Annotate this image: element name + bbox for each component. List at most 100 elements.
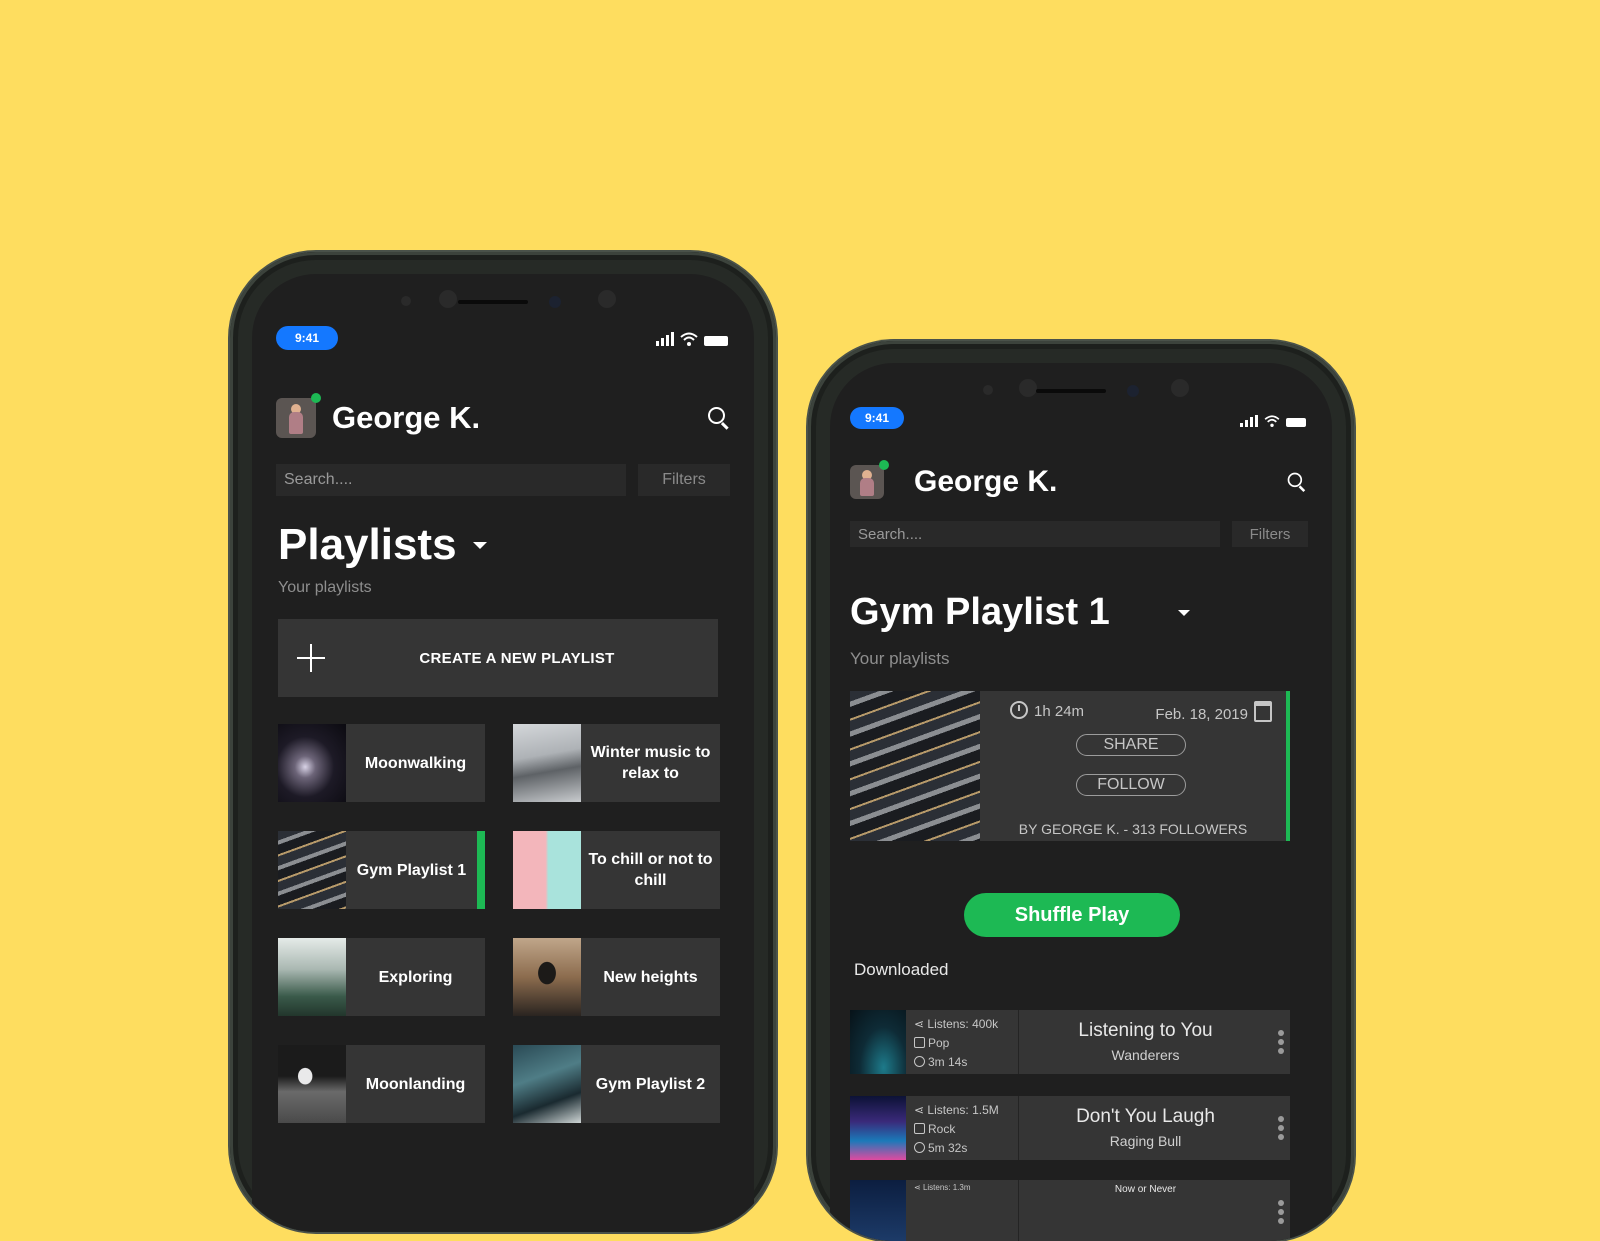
track-listens: Listens: 400k: [927, 1017, 999, 1031]
track-meta: ⋖ Listens: 1.3m: [906, 1180, 1019, 1241]
sensor-dot: [439, 290, 457, 308]
playlist-thumbnail: [278, 831, 346, 909]
follow-button[interactable]: FOLLOW: [1076, 774, 1186, 796]
track-genre-line: Rock: [914, 1120, 1018, 1139]
avatar-body: [289, 412, 303, 434]
playlist-tile[interactable]: Exploring: [278, 938, 485, 1016]
playlist-thumbnail: [513, 1045, 581, 1123]
playlist-tile-active[interactable]: Gym Playlist 1: [278, 831, 485, 909]
filters-button[interactable]: Filters: [1232, 521, 1308, 547]
playlist-label: Winter music to relax to: [590, 744, 711, 782]
caret-down-icon[interactable]: [1178, 609, 1190, 616]
avatar-body: [860, 478, 874, 496]
track-main: Listening to You Wanderers: [1019, 1010, 1272, 1074]
playlist-tile[interactable]: Gym Playlist 2: [513, 1045, 720, 1123]
track-thumbnail: [850, 1010, 906, 1074]
calendar-icon: [1254, 701, 1272, 722]
playlist-thumbnail: [513, 724, 581, 802]
clock-icon: [1010, 701, 1028, 719]
sensor-dot: [1171, 379, 1189, 397]
notch: [373, 286, 633, 316]
track-thumbnail: [850, 1096, 906, 1160]
playlist-date-group: Feb. 18, 2019: [1155, 701, 1272, 723]
username: George K.: [332, 400, 481, 435]
page-subtitle: Your playlists: [278, 579, 372, 596]
page-title: Gym Playlist 1: [850, 591, 1110, 633]
search-input[interactable]: [850, 521, 1220, 547]
track-row[interactable]: ⋖ Listens: 1.3m Now or Never: [850, 1180, 1290, 1241]
track-genre-line: Pop: [914, 1034, 1018, 1053]
front-camera: [549, 296, 561, 308]
playlist-label: Exploring: [378, 968, 453, 986]
playlist-meta-row: 1h 24m Feb. 18, 2019: [1010, 701, 1272, 723]
track-row[interactable]: ⋖ Listens: 400k Pop 3m 14s Listening to …: [850, 1010, 1290, 1074]
sensor-dot: [1019, 379, 1037, 397]
playlist-label: To chill or not to chill: [588, 851, 713, 889]
share-icon: ⋖: [914, 1183, 921, 1192]
playlist-grid: Moonwalking Winter music to relax to Gym…: [278, 724, 720, 1123]
phone-playlists: 9:41 George K. Filters Playlists Your pl…: [230, 252, 776, 1232]
track-listens-line: ⋖ Listens: 1.3m: [914, 1182, 1018, 1194]
track-duration: 5m 32s: [928, 1141, 968, 1155]
sensor-dot: [598, 290, 616, 308]
page-title: Playlists: [278, 520, 457, 569]
status-time: 9:41: [276, 326, 338, 350]
phone-playlist-detail: 9:41 George K. Filters Gym Playlist 1 Yo…: [808, 341, 1354, 1241]
shuffle-play-button[interactable]: Shuffle Play: [964, 893, 1180, 937]
wifi-icon: [1264, 415, 1280, 427]
playlist-hero-card: 1h 24m Feb. 18, 2019 SHARE FOLLOW BY GEO…: [850, 691, 1290, 841]
status-icons: [656, 330, 728, 346]
notch: [951, 375, 1211, 405]
playlist-label: New heights: [603, 968, 698, 986]
share-button[interactable]: SHARE: [1076, 734, 1186, 756]
battery-icon: [1286, 418, 1306, 427]
playlist-tile[interactable]: Moonwalking: [278, 724, 485, 802]
playlist-thumbnail: [278, 724, 346, 802]
create-playlist-button[interactable]: CREATE A NEW PLAYLIST: [278, 619, 718, 697]
track-main: Now or Never: [1019, 1180, 1272, 1241]
screen-playlist-detail: 9:41 George K. Filters Gym Playlist 1 Yo…: [830, 363, 1332, 1241]
avatar[interactable]: [276, 393, 321, 438]
track-duration: 3m 14s: [928, 1055, 968, 1069]
track-meta: ⋖ Listens: 1.5M Rock 5m 32s: [906, 1096, 1019, 1160]
search-icon[interactable]: [708, 407, 730, 430]
playlist-label: Moonlanding: [365, 1075, 466, 1093]
caret-down-icon[interactable]: [472, 541, 487, 549]
track-meta: ⋖ Listens: 400k Pop 3m 14s: [906, 1010, 1019, 1074]
page-subtitle: Your playlists: [850, 649, 950, 668]
title-row[interactable]: Playlists: [278, 520, 487, 570]
track-listens-line: ⋖ Listens: 1.5M: [914, 1101, 1018, 1120]
speaker: [458, 300, 528, 304]
playlist-label: Moonwalking: [364, 754, 467, 772]
playlist-tile[interactable]: New heights: [513, 938, 720, 1016]
more-vertical-icon[interactable]: [1272, 1180, 1290, 1241]
share-icon: ⋖: [914, 1103, 925, 1117]
more-vertical-icon[interactable]: [1272, 1010, 1290, 1074]
title-row[interactable]: Gym Playlist 1: [850, 591, 1190, 634]
playlist-tile[interactable]: Moonlanding: [278, 1045, 485, 1123]
avatar[interactable]: [850, 460, 889, 499]
search-input[interactable]: [276, 464, 626, 496]
track-thumbnail: [850, 1180, 906, 1241]
sensor-dot: [401, 296, 411, 306]
playlist-thumbnail: [513, 831, 581, 909]
track-row[interactable]: ⋖ Listens: 1.5M Rock 5m 32s Don't You La…: [850, 1096, 1290, 1160]
clock-icon: [914, 1056, 925, 1067]
more-vertical-icon[interactable]: [1272, 1096, 1290, 1160]
search-bar: Filters: [276, 464, 730, 496]
playlist-thumbnail: [278, 1045, 346, 1123]
track-title: Now or Never: [1114, 1184, 1177, 1195]
wifi-icon: [680, 332, 698, 346]
profile-header: George K.: [276, 393, 730, 443]
playlist-label: Gym Playlist 1: [356, 861, 467, 879]
status-time: 9:41: [850, 407, 904, 429]
clock-icon: [914, 1142, 925, 1153]
filters-button[interactable]: Filters: [638, 464, 730, 496]
track-duration-line: 3m 14s: [914, 1053, 1018, 1072]
online-status-dot: [879, 460, 889, 470]
search-icon[interactable]: [1287, 472, 1307, 493]
playlist-tile[interactable]: To chill or not to chill: [513, 831, 720, 909]
playlist-tile[interactable]: Winter music to relax to: [513, 724, 720, 802]
track-listens: Listens: 1.3m: [922, 1183, 971, 1192]
screen-playlists: 9:41 George K. Filters Playlists Your pl…: [252, 274, 754, 1232]
